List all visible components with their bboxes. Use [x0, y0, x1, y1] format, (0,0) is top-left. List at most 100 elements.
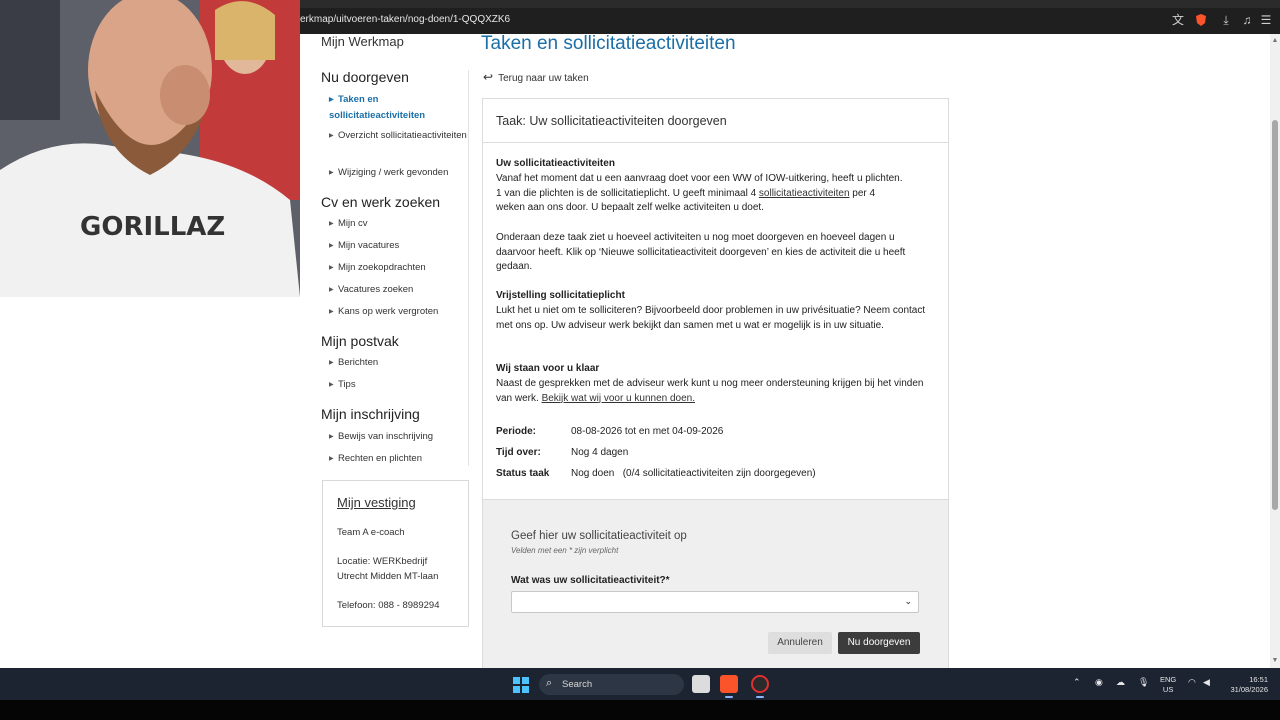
windows-start-icon[interactable] [513, 677, 529, 693]
periode-value: 08-08-2026 tot en met 04-09-2026 [571, 426, 724, 437]
para-text: 1 van die plichten is de sollicitatiepli… [496, 187, 759, 199]
caret-right-icon: ▶ [329, 97, 334, 103]
wifi-icon[interactable]: ◠ [1188, 677, 1196, 688]
language-indicator[interactable]: ENG US [1160, 675, 1176, 695]
active-app-indicator [725, 696, 733, 698]
chevron-up-icon[interactable]: ⌃ [1073, 677, 1081, 688]
sidebar-top-label[interactable]: Mijn Werkmap [321, 34, 404, 49]
form-title: Geef hier uw sollicitatieactiviteit op [511, 530, 687, 542]
status-label: Status taak [496, 468, 550, 479]
back-link-label: Terug naar uw taken [498, 73, 589, 84]
cloud-icon[interactable]: ☁ [1116, 677, 1125, 688]
sidebar-item-bewijs[interactable]: ▶ Bewijs van inschrijving [329, 429, 469, 445]
section-title-klaar: Wij staan voor u klaar [496, 363, 600, 374]
language-code: ENG [1160, 675, 1177, 684]
caret-right-icon: ▶ [329, 309, 334, 315]
taskbar-search-label: Search [562, 679, 593, 690]
sidebar-heading-cv: Cv en werk zoeken [321, 194, 441, 210]
caret-right-icon: ▶ [329, 382, 334, 388]
sidebar-item-kans-op-werk[interactable]: ▶ Kans op werk vergroten [329, 304, 469, 320]
form-required-note: Velden met een * zijn verplicht [511, 546, 619, 555]
language-region: US [1162, 685, 1174, 694]
task-header: Taak: Uw sollicitatieactiviteiten doorge… [483, 99, 948, 143]
scroll-up-icon[interactable]: ▲ [1271, 37, 1279, 45]
brave-browser-icon[interactable] [720, 675, 738, 693]
obs-recorder-icon[interactable] [751, 675, 769, 693]
task-card: Taak: Uw sollicitatieactiviteiten doorge… [482, 98, 949, 500]
caret-right-icon: ▶ [329, 434, 334, 440]
translate-icon[interactable]: 文 [1171, 13, 1185, 27]
caret-right-icon: ▶ [329, 265, 334, 271]
sidebar-item-tips[interactable]: ▶ Tips [329, 377, 469, 393]
sidebar-item-rechten[interactable]: ▶ Rechten en plichten [329, 451, 469, 467]
search-icon: ⌕ [546, 677, 553, 689]
back-link[interactable]: ↩ Terug naar uw taken [483, 70, 589, 84]
vestiging-title[interactable]: Mijn vestiging [337, 495, 416, 510]
section-title-vrijstelling: Vrijstelling sollicitatieplicht [496, 290, 625, 301]
microphone-icon[interactable]: 🎙 [1138, 677, 1149, 688]
sidebar-item-vacatures-zoeken[interactable]: ▶ Vacatures zoeken [329, 282, 469, 298]
activity-select[interactable]: ⌄ [511, 591, 919, 613]
section-text-vrijstelling: Lukt het u niet om te solliciteren? Bijv… [496, 305, 926, 331]
para-line: Vanaf het moment dat u een aanvraag doet… [496, 173, 903, 184]
sidebar-divider [468, 70, 469, 466]
page-scrollbar[interactable]: ▲ ▼ [1270, 34, 1280, 668]
sidebar-item-wijziging[interactable]: ▶ Wijziging / werk gevonden [329, 165, 469, 181]
media-icon[interactable]: ♫ [1240, 13, 1254, 27]
section-text-onderaan: Onderaan deze taak ziet u hoeveel activi… [496, 232, 906, 273]
tijd-over-label: Tijd over: [496, 447, 541, 458]
para-text: per 4 [849, 187, 876, 199]
sidebar-item-zoekopdrachten[interactable]: ▶ Mijn zoekopdrachten [329, 260, 469, 276]
caret-right-icon: ▶ [329, 221, 334, 227]
periode-label: Periode: [496, 426, 537, 437]
scroll-down-icon[interactable]: ▼ [1271, 657, 1279, 665]
vestiging-location-line1: Locatie: WERKbedrijf [337, 556, 428, 567]
sidebar-item-taken[interactable]: ▶ Taken en sollicitatieactiviteiten [329, 92, 469, 123]
clock-date: 31/08/2026 [1230, 685, 1268, 694]
status-value: Nog doen (0/4 sollicitatieactiviteiten z… [571, 468, 816, 479]
page-title: Taken en sollicitatieactiviteiten [481, 33, 736, 54]
sidebar-heading-inschrijving: Mijn inschrijving [321, 406, 420, 422]
taskbar-search[interactable]: ⌕ Search [539, 674, 684, 695]
sollicitatieactiviteiten-link[interactable]: sollicitatieactiviteiten [759, 188, 850, 199]
scroll-thumb[interactable] [1272, 120, 1278, 510]
tijd-over-value: Nog 4 dagen [571, 447, 629, 458]
sidebar-item-mijn-cv[interactable]: ▶ Mijn cv [329, 216, 469, 232]
discord-icon[interactable]: ◉ [1095, 677, 1103, 688]
bekijk-link[interactable]: Bekijk wat wij voor u kunnen doen. [542, 393, 695, 404]
para-line: 1 van die plichten is de sollicitatiepli… [496, 187, 936, 202]
back-arrow-icon: ↩ [483, 70, 494, 84]
para-line: weken aan ons door. U bepaalt zelf welke… [496, 202, 764, 214]
vestiging-location-line2: Utrecht Midden MT-laan [337, 571, 439, 582]
cancel-button[interactable]: Annuleren [768, 632, 832, 654]
activity-question-label: Wat was uw sollicitatieactiviteit?* [511, 575, 670, 586]
taskbar-clock[interactable]: 16:51 31/08/2026 [1220, 675, 1268, 695]
webcam-overlay: GORILLAZ [0, 0, 300, 297]
sidebar-item-berichten[interactable]: ▶ Berichten [329, 355, 469, 371]
screen-bottom-bar [0, 700, 1280, 720]
brave-shield-icon[interactable] [1194, 13, 1208, 27]
chevron-down-icon: ⌄ [904, 596, 912, 606]
caret-right-icon: ▶ [329, 456, 334, 462]
caret-right-icon: ▶ [329, 170, 334, 176]
file-explorer-icon[interactable] [692, 675, 710, 693]
vestiging-phone: Telefoon: 088 - 8989294 [337, 600, 440, 611]
caret-right-icon: ▶ [329, 243, 334, 249]
sidebar-item-overzicht[interactable]: ▶ Overzicht sollicitatieactiviteiten [329, 128, 469, 144]
sidebar-item-vacatures[interactable]: ▶ Mijn vacatures [329, 238, 469, 254]
caret-right-icon: ▶ [329, 133, 334, 139]
menu-icon[interactable]: ☰ [1259, 13, 1273, 27]
address-bar[interactable]: erkmap/uitvoeren-taken/nog-doen/1-QQQXZK… [300, 14, 510, 25]
windows-taskbar: ⌕ Search ⌃ ◉ ☁ 🎙 ENG US ◠ ◀ 16:51 31/08/… [0, 668, 1280, 700]
submit-button[interactable]: Nu doorgeven [838, 632, 920, 654]
download-icon[interactable]: ⤓ [1219, 13, 1233, 27]
sidebar-heading-postvak: Mijn postvak [321, 333, 399, 349]
task-title: Taak: Uw sollicitatieactiviteiten doorge… [496, 114, 727, 128]
volume-icon[interactable]: ◀ [1203, 677, 1210, 688]
sidebar-heading-nu-doorgeven: Nu doorgeven [321, 69, 409, 85]
section-text-klaar: Naast de gesprekken met de adviseur werk… [496, 377, 936, 406]
caret-right-icon: ▶ [329, 360, 334, 366]
section-title-sollicitatie: Uw sollicitatieactiviteiten [496, 158, 615, 169]
section-text-sollicitatie: Vanaf het moment dat u een aanvraag doet… [496, 172, 936, 216]
vestiging-team: Team A e-coach [337, 527, 405, 538]
